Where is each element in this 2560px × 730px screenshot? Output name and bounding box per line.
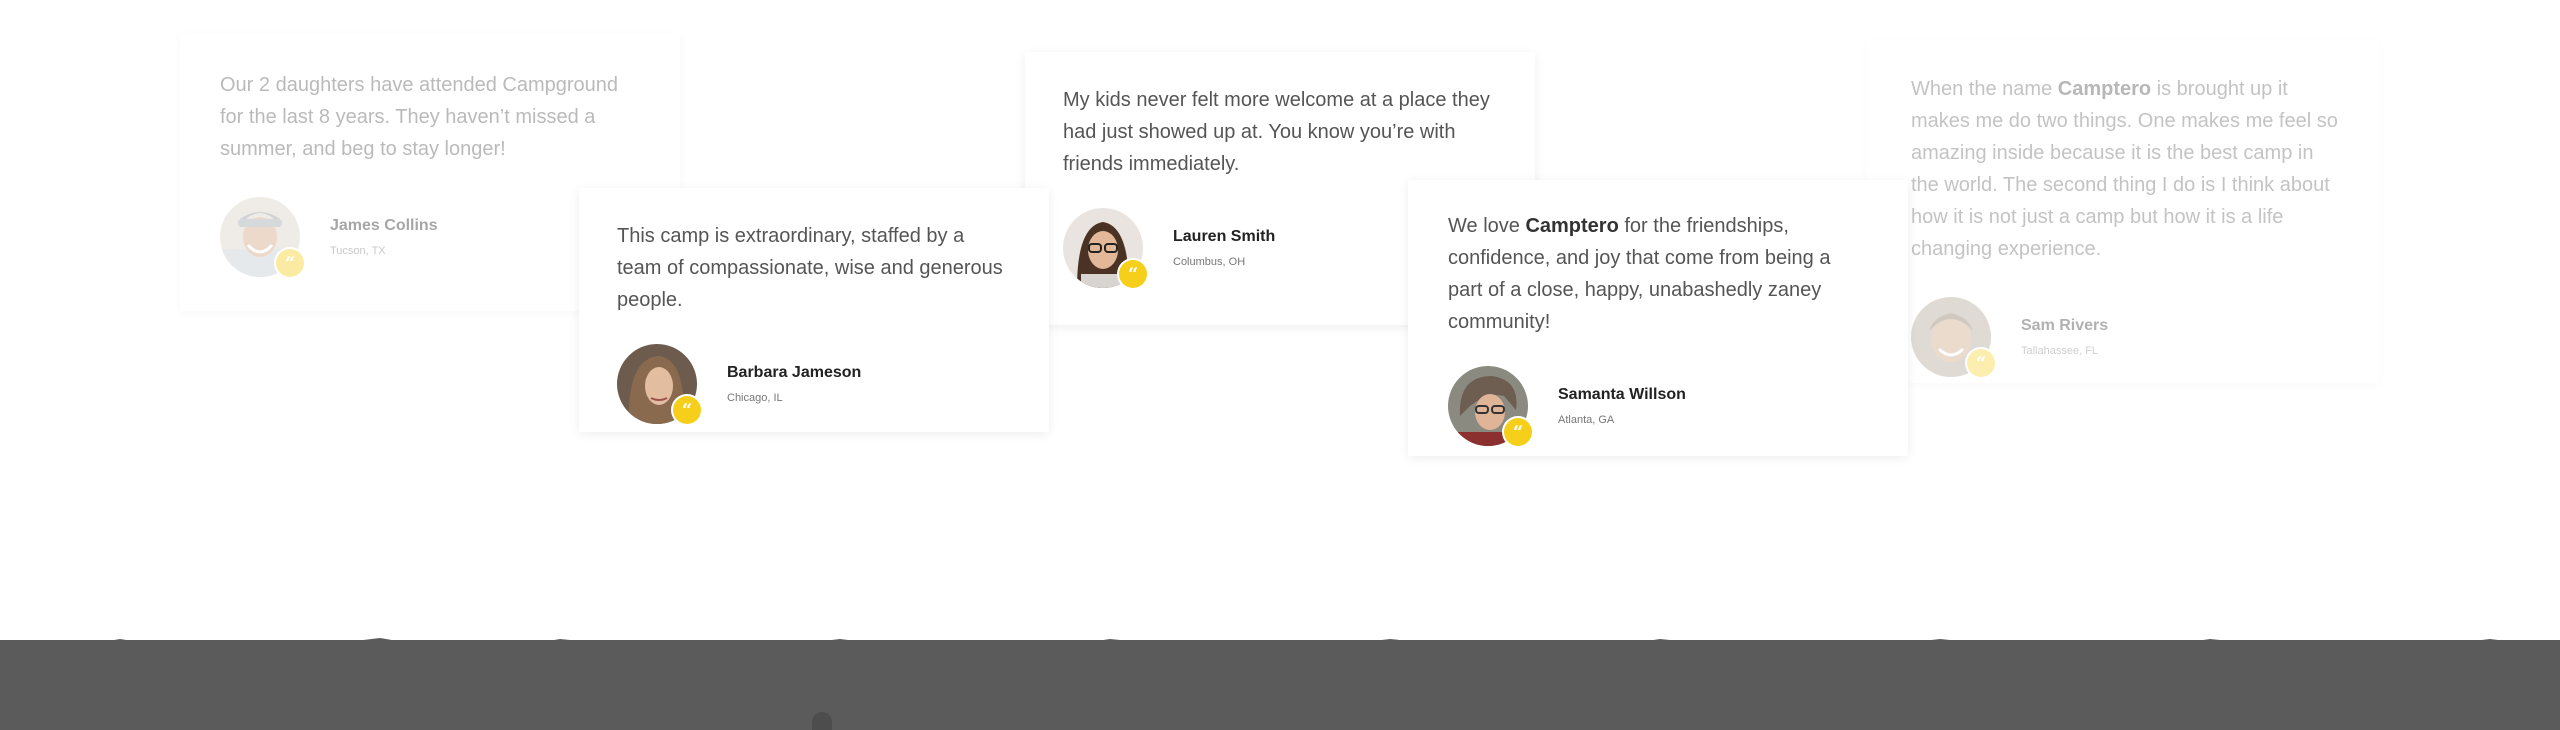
testimonial-card-samanta: We love Camptero for the friendships, co…: [1408, 180, 1908, 456]
avatar: “: [1448, 366, 1532, 446]
author-name: Barbara Jameson: [727, 364, 862, 381]
testimonial-quote: We love Camptero for the friendships, co…: [1448, 215, 1831, 333]
quote-icon: “: [1967, 349, 1995, 377]
testimonial-author: “ Samanta Willson Atlanta, GA: [1448, 366, 1870, 446]
author-location: Tucson, TX: [330, 245, 386, 257]
author-location: Columbus, OH: [1173, 256, 1246, 268]
quote-icon: “: [1504, 418, 1532, 446]
author-location: Tallahassee, FL: [2021, 345, 2099, 357]
avatar: “: [220, 197, 304, 277]
author-name: Samanta Willson: [1558, 386, 1686, 403]
author-name: Lauren Smith: [1173, 228, 1276, 245]
testimonial-author: “ Sam Rivers Tallahassee, FL: [1911, 297, 2339, 377]
testimonial-author: “ James Collins Tucson, TX: [220, 197, 640, 277]
author-location: Atlanta, GA: [1558, 414, 1615, 426]
testimonial-card-barbara: This camp is extraordinary, staffed by a…: [579, 188, 1049, 432]
author-location: Chicago, IL: [727, 392, 783, 404]
avatar: “: [1063, 208, 1147, 288]
quote-icon: “: [1119, 260, 1147, 288]
testimonial-card-sam: When the name Camptero is brought up it …: [1867, 41, 2379, 383]
quote-icon: “: [276, 249, 304, 277]
footer-band: [0, 640, 2560, 730]
author-name: James Collins: [330, 217, 438, 234]
brand-name: Camptero: [1525, 215, 1619, 237]
avatar: “: [1911, 297, 1995, 377]
testimonial-quote: My kids never felt more welcome at a pla…: [1063, 89, 1490, 175]
quote-icon: “: [673, 396, 701, 424]
footer-decoration: [812, 712, 832, 730]
brand-name: Camptero: [2057, 78, 2152, 100]
testimonial-quote: When the name Camptero is brought up it …: [1911, 78, 2338, 260]
testimonial-quote: Our 2 daughters have attended Campground…: [220, 74, 619, 160]
testimonial-quote: This camp is extraordinary, staffed by a…: [617, 225, 1003, 311]
testimonial-author: “ Barbara Jameson Chicago, IL: [617, 344, 1011, 424]
avatar: “: [617, 344, 701, 424]
author-name: Sam Rivers: [2021, 317, 2109, 334]
